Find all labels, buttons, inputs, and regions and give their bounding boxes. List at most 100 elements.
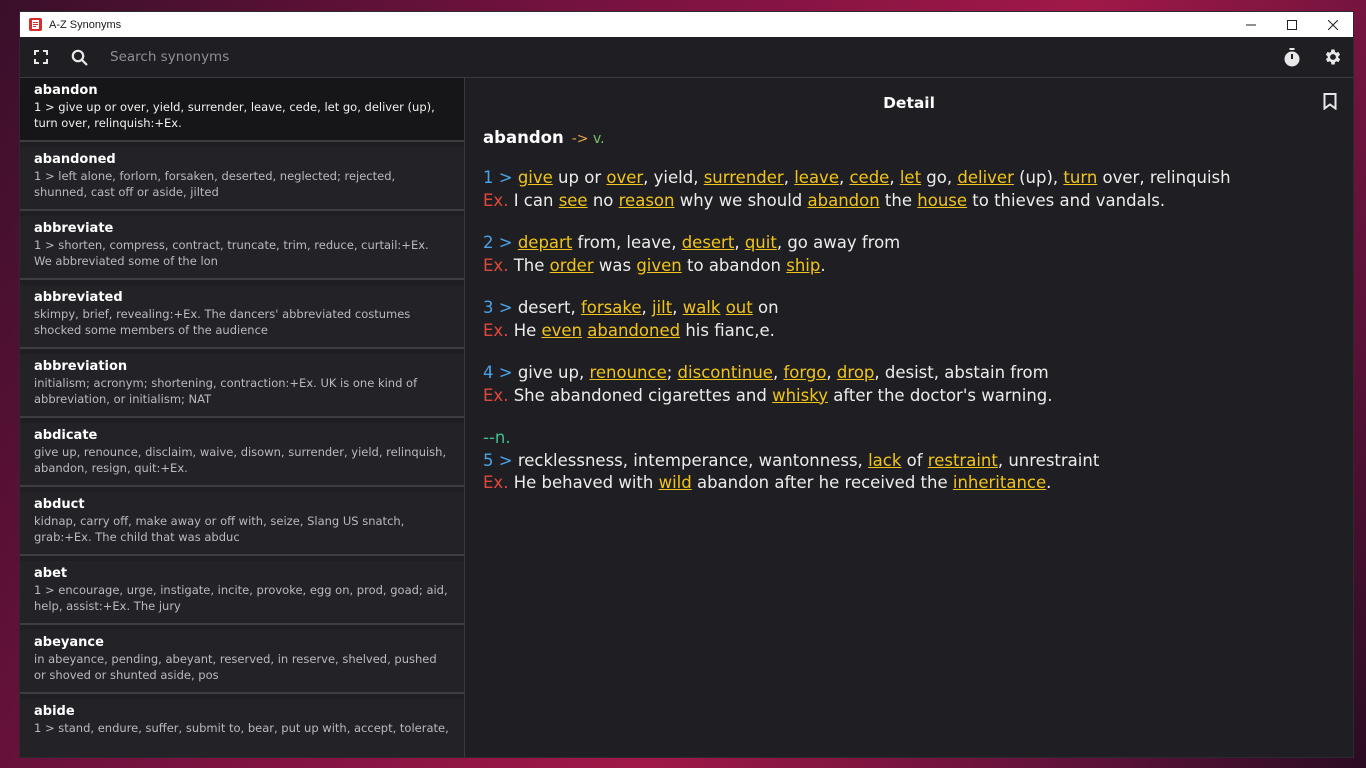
synonym-link[interactable]: order — [550, 256, 594, 275]
synonym-link[interactable]: surrender — [704, 168, 784, 187]
text: go, — [921, 168, 958, 187]
text: (up), — [1013, 168, 1064, 187]
list-item[interactable]: abeyance in abeyance, pending, abeyant, r… — [20, 630, 464, 694]
list-item-word: abduct — [34, 497, 85, 512]
sense-definition: 4 > give up, renounce; discontinue, forg… — [483, 362, 1335, 385]
synonym-link[interactable]: even — [542, 321, 583, 340]
list-item-definition: initialism; acronym; shortening, contrac… — [34, 376, 418, 406]
text: recklessness, intemperance, wantonness, — [517, 450, 869, 470]
text: . — [820, 255, 826, 275]
synonym-link[interactable]: depart — [518, 233, 572, 252]
example-label: Ex. — [483, 190, 514, 210]
synonym-link[interactable]: drop — [837, 363, 874, 382]
sense-example: Ex. He even abandoned his fianc,e. — [483, 320, 1335, 343]
text: , — [838, 168, 850, 187]
gear-icon[interactable] — [1323, 47, 1343, 67]
synonym-link[interactable]: forsake — [581, 298, 642, 317]
bookmark-icon[interactable] — [1323, 93, 1337, 114]
synonym-link[interactable]: given — [636, 256, 681, 275]
app-title: A-Z Synonyms — [49, 18, 122, 31]
synonym-link[interactable]: reason — [619, 191, 675, 210]
maximize-button[interactable] — [1271, 12, 1312, 37]
detail-title: Detail — [883, 94, 935, 112]
text: of — [901, 450, 928, 470]
search-icon[interactable] — [71, 49, 88, 66]
synonym-link[interactable]: abandon — [808, 191, 880, 210]
synonym-link[interactable]: jilt — [652, 298, 672, 317]
list-item-word: abbreviate — [34, 221, 114, 236]
text: after the doctor's warning. — [827, 385, 1053, 405]
sense-definition: 1 > give up or over, yield, surrender, l… — [483, 167, 1335, 190]
sense-block: 3 > desert, forsake, jilt, walk out on Ex… — [483, 297, 1335, 342]
text: the — [879, 190, 918, 210]
minimize-button[interactable] — [1230, 12, 1271, 37]
synonym-link[interactable]: turn — [1063, 168, 1097, 187]
list-item[interactable]: abdicate give up, renounce, disclaim, wai… — [20, 423, 464, 487]
synonym-link[interactable]: abandoned — [587, 321, 680, 340]
list-item-definition: 1 > give up or over, yield, surrender, l… — [34, 100, 435, 130]
synonym-link[interactable]: walk — [683, 298, 721, 317]
headword: abandon — [483, 128, 564, 147]
sense-example: Ex. I can see no reason why we should ab… — [483, 190, 1335, 213]
text: , — [772, 363, 784, 382]
text: , — [641, 298, 652, 317]
text: was — [593, 255, 637, 275]
close-button[interactable] — [1312, 12, 1353, 37]
list-item[interactable]: abet 1 > encourage, urge, instigate, inci… — [20, 561, 464, 625]
text: , yield, — [643, 168, 704, 187]
text: I can — [513, 190, 559, 210]
text: up or — [552, 168, 607, 187]
fullscreen-icon[interactable] — [34, 50, 48, 64]
synonym-link[interactable]: leave — [794, 168, 839, 187]
synonym-link[interactable]: quit — [745, 233, 777, 252]
minimize-icon — [1245, 24, 1256, 25]
sense-definition: 5 > recklessness, intemperance, wantonne… — [483, 450, 1335, 473]
text: , desist, abstain from — [874, 363, 1049, 382]
synonym-link[interactable]: cede — [849, 168, 889, 187]
list-item[interactable]: abbreviate 1 > shorten, compress, contrac… — [20, 216, 464, 280]
list-item[interactable]: abandoned 1 > left alone, forlorn, forsak… — [20, 147, 464, 211]
app-window: A-Z Synonyms Search synonyms abandon 1 >… — [20, 12, 1353, 757]
synonym-link[interactable]: see — [559, 191, 588, 210]
synonym-link[interactable]: house — [917, 191, 967, 210]
example-label: Ex. — [483, 473, 514, 492]
synonym-link[interactable]: lack — [868, 451, 901, 470]
text: his fianc,e. — [680, 320, 775, 340]
synonym-link[interactable]: over — [606, 168, 643, 187]
example-label: Ex. — [483, 320, 514, 340]
search-input[interactable] — [108, 48, 712, 66]
text: give up, — [517, 363, 590, 382]
list-item[interactable]: abbreviation initialism; acronym; shorten… — [20, 354, 464, 418]
sense-block: 4 > give up, renounce; discontinue, forg… — [483, 362, 1335, 407]
synonym-link[interactable]: inheritance — [953, 473, 1046, 492]
list-item[interactable]: abandon 1 > give up or over, yield, surre… — [20, 78, 464, 142]
list-item-definition: 1 > stand, endure, suffer, submit to, be… — [34, 721, 449, 735]
list-item-definition: give up, renounce, disclaim, waive, diso… — [34, 445, 447, 475]
synonym-link[interactable]: renounce — [589, 363, 666, 382]
list-item[interactable]: abduct kidnap, carry off, make away or of… — [20, 492, 464, 556]
synonym-link[interactable]: restraint — [928, 451, 998, 470]
text: desert, — [517, 298, 581, 317]
list-item[interactable]: abbreviated skimpy, brief, revealing:+Ex.… — [20, 285, 464, 349]
list-item-word: abandon — [34, 83, 98, 98]
synonym-link[interactable]: discontinue — [678, 363, 773, 382]
synonym-link[interactable]: deliver — [957, 168, 1014, 187]
synonym-link[interactable]: forgo — [783, 363, 826, 382]
synonym-link[interactable]: whisky — [772, 386, 828, 405]
sense-block: --n. 5 > recklessness, intemperance, want… — [483, 427, 1335, 495]
sense-definition: 3 > desert, forsake, jilt, walk out on — [483, 297, 1335, 320]
title-bar: A-Z Synonyms — [20, 12, 1353, 37]
synonym-link[interactable]: out — [726, 298, 753, 317]
synonym-link[interactable]: ship — [786, 256, 820, 275]
list-item-definition: 1 > left alone, forlorn, forsaken, deser… — [34, 169, 396, 199]
list-item[interactable]: abide 1 > stand, endure, suffer, submit t… — [20, 699, 464, 757]
synonym-link[interactable]: desert — [682, 233, 735, 252]
senses: 1 > give up or over, yield, surrender, l… — [483, 167, 1335, 495]
example-label: Ex. — [483, 255, 514, 275]
synonym-link[interactable]: wild — [659, 473, 692, 492]
sense-example: Ex. She abandoned cigarettes and whisky … — [483, 385, 1335, 408]
synonym-link[interactable]: give — [518, 168, 553, 187]
synonym-link[interactable]: let — [900, 168, 921, 187]
list-item-word: abeyance — [34, 635, 104, 650]
timer-icon[interactable] — [1283, 47, 1301, 67]
